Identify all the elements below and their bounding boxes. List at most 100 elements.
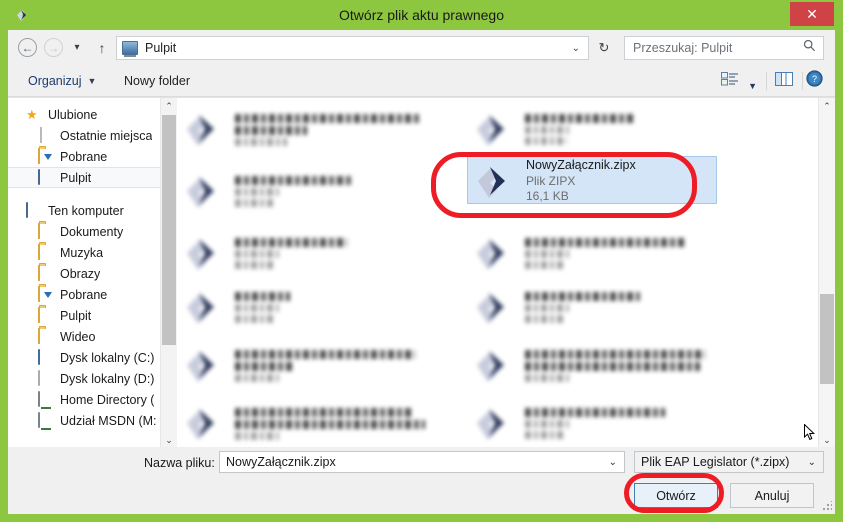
chevron-down-icon: ⌄ [807, 456, 816, 468]
sidebar-group-label: Ten komputer [48, 203, 124, 218]
filename-input[interactable]: NowyZałącznik.zipx ⌄ [219, 451, 625, 473]
new-folder-label: Nowy folder [124, 74, 190, 88]
sidebar-item-dokumenty[interactable]: Dokumenty [8, 221, 160, 242]
sidebar-item-label: Dysk lokalny (C:) [60, 350, 155, 365]
sidebar-item-label: Obrazy [60, 266, 101, 281]
zipx-file-icon [181, 229, 227, 275]
cancel-button[interactable]: Anuluj [730, 483, 814, 508]
file-list-scrollbar[interactable]: ⌃ ⌄ [818, 98, 835, 448]
scroll-down-button[interactable]: ⌄ [819, 432, 835, 448]
zipx-file-icon [181, 341, 227, 387]
sidebar-item-label: Pulpit [60, 170, 92, 185]
sidebar-item-muzyka[interactable]: Muzyka [8, 242, 160, 263]
list-item[interactable] [177, 222, 445, 282]
file-size: 16,1 KB [526, 189, 569, 203]
navigation-pane-scrollbar[interactable]: ⌃ ⌄ [160, 98, 177, 448]
back-button[interactable]: ← [18, 38, 38, 58]
up-one-level-button[interactable]: ↑ [92, 38, 112, 58]
list-item[interactable] [177, 276, 445, 336]
sidebar-item-home-directory[interactable]: Home Directory ( [8, 389, 160, 410]
navigation-pane[interactable]: ★ Ulubione Ostatnie miejsca Pobrane Pulp… [8, 98, 160, 448]
drive-icon [38, 370, 54, 386]
zipx-file-icon [181, 167, 227, 213]
list-item[interactable] [177, 98, 445, 158]
change-view-button[interactable] [721, 70, 739, 92]
list-item[interactable] [467, 98, 735, 158]
close-button[interactable]: ✕ [790, 2, 834, 26]
refresh-button[interactable]: ↻ [593, 36, 615, 60]
scrollbar-thumb[interactable] [820, 294, 834, 384]
computer-icon [26, 202, 42, 218]
address-bar[interactable]: Pulpit ⌄ [116, 36, 589, 60]
list-item[interactable] [467, 392, 735, 448]
sidebar-item-label: Pobrane [60, 149, 108, 164]
downloads-folder-icon [38, 286, 54, 302]
sidebar-item-pobrane[interactable]: Pobrane [8, 284, 160, 305]
pictures-folder-icon [38, 265, 54, 281]
chevron-down-icon[interactable]: ⌄ [572, 43, 580, 54]
chevron-up-icon: ⌃ [823, 100, 831, 111]
file-list-pane[interactable]: NowyZałącznik.zipx Plik ZIPX 16,1 KB [177, 98, 818, 448]
sidebar-item-udzial-msdn[interactable]: Udział MSDN (M: [8, 410, 160, 431]
recent-locations-button[interactable]: ▾ [70, 38, 84, 58]
chevron-down-icon[interactable]: ⌄ [609, 457, 617, 468]
sidebar-item-pobrane-fav[interactable]: Pobrane [8, 146, 160, 167]
list-item-text [235, 405, 425, 440]
chevron-down-icon: ⌄ [823, 434, 831, 445]
scrollbar-thumb[interactable] [162, 115, 176, 345]
sidebar-item-dysk-d[interactable]: Dysk lokalny (D:) [8, 368, 160, 389]
sidebar-item-pulpit[interactable]: Pulpit [8, 305, 160, 326]
resize-grip-icon[interactable] [822, 501, 832, 511]
refresh-icon: ↻ [598, 40, 610, 55]
forward-arrow-icon: → [47, 40, 60, 55]
file-type-select[interactable]: Plik EAP Legislator (*.zipx) ⌄ [634, 451, 824, 473]
chevron-up-icon: ⌃ [165, 100, 173, 111]
sidebar-item-wideo[interactable]: Wideo [8, 326, 160, 347]
sidebar-item-label: Ostatnie miejsca [60, 128, 153, 143]
list-item-text [525, 111, 635, 145]
zipx-file-icon [471, 399, 517, 445]
file-open-dialog-screenshot: Otwórz plik aktu prawnego ✕ ← → ▾ ↑ Pulp… [0, 0, 843, 522]
sidebar-item-obrazy[interactable]: Obrazy [8, 263, 160, 284]
sidebar-group-label: Ulubione [48, 107, 98, 122]
help-button[interactable]: ? [806, 70, 823, 92]
sidebar-item-dysk-c[interactable]: Dysk lokalny (C:) [8, 347, 160, 368]
sidebar-item-label: Wideo [60, 329, 96, 344]
list-item-text [525, 235, 685, 269]
list-item[interactable] [467, 334, 735, 394]
zipx-file-icon [472, 157, 518, 203]
selected-file-row[interactable]: NowyZałącznik.zipx Plik ZIPX 16,1 KB [467, 156, 717, 204]
video-folder-icon [38, 328, 54, 344]
list-item[interactable] [467, 222, 735, 282]
organize-label: Organizuj [28, 74, 82, 88]
list-item[interactable] [177, 334, 445, 394]
list-item[interactable] [177, 392, 445, 448]
view-dropdown-button[interactable]: ▼ [748, 75, 757, 97]
sidebar-item-label: Dokumenty [60, 224, 124, 239]
new-folder-button[interactable]: Nowy folder [118, 66, 196, 96]
sidebar-divider [8, 188, 160, 200]
scroll-down-button[interactable]: ⌄ [161, 432, 177, 448]
chevron-down-icon: ⌄ [165, 434, 173, 445]
search-input[interactable]: Przeszukaj: Pulpit [624, 36, 824, 60]
forward-button[interactable]: → [44, 38, 64, 58]
cancel-button-label: Anuluj [754, 488, 790, 503]
list-item[interactable] [467, 276, 735, 336]
scroll-up-button[interactable]: ⌃ [161, 98, 177, 114]
sidebar-item-ostatnie-miejsca[interactable]: Ostatnie miejsca [8, 125, 160, 146]
documents-folder-icon [38, 223, 54, 239]
file-name: NowyZałącznik.zipx [526, 158, 636, 172]
filename-value: NowyZałącznik.zipx [226, 455, 336, 469]
organize-button[interactable]: Organizuj ▼ [22, 66, 102, 96]
selected-file-text: NowyZałącznik.zipx Plik ZIPX 16,1 KB [526, 156, 636, 204]
search-icon [803, 39, 816, 57]
sidebar-group-ulubione[interactable]: ★ Ulubione [8, 104, 160, 125]
zipx-file-icon [181, 105, 227, 151]
preview-pane-button[interactable] [775, 70, 793, 92]
recent-places-icon [38, 127, 54, 143]
sidebar-item-pulpit-fav[interactable]: Pulpit [8, 167, 160, 188]
sidebar-group-ten-komputer[interactable]: Ten komputer [8, 200, 160, 221]
open-button[interactable]: Otwórz [633, 482, 719, 509]
scroll-up-button[interactable]: ⌃ [819, 98, 835, 114]
list-item[interactable] [177, 160, 445, 220]
